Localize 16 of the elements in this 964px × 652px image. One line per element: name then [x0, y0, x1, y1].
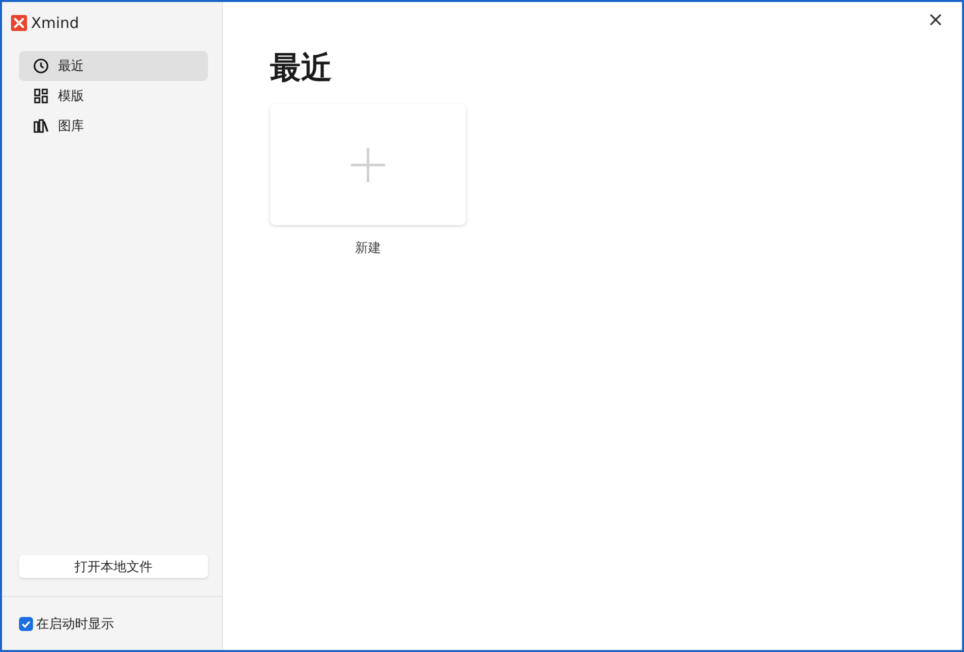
- open-file-button[interactable]: 打开本地文件: [19, 555, 208, 578]
- close-button[interactable]: ×: [923, 8, 948, 30]
- app-logo-icon: [11, 15, 27, 31]
- grid-icon: [33, 88, 49, 104]
- checkbox-label: 在启动时显示: [36, 616, 114, 632]
- clock-icon: [33, 58, 49, 74]
- check-icon: [21, 618, 31, 628]
- sidebar-item[interactable]: 图库: [19, 111, 208, 141]
- checkbox[interactable]: [19, 616, 33, 630]
- sidebar-item[interactable]: 模版: [19, 81, 208, 111]
- books-icon: [33, 118, 49, 134]
- plus-icon: [350, 146, 386, 182]
- page-heading: 最近: [270, 49, 333, 88]
- app-title: Xmind: [31, 14, 80, 32]
- sidebar-item[interactable]: 最近: [19, 51, 208, 81]
- card-label: 新建: [355, 240, 381, 257]
